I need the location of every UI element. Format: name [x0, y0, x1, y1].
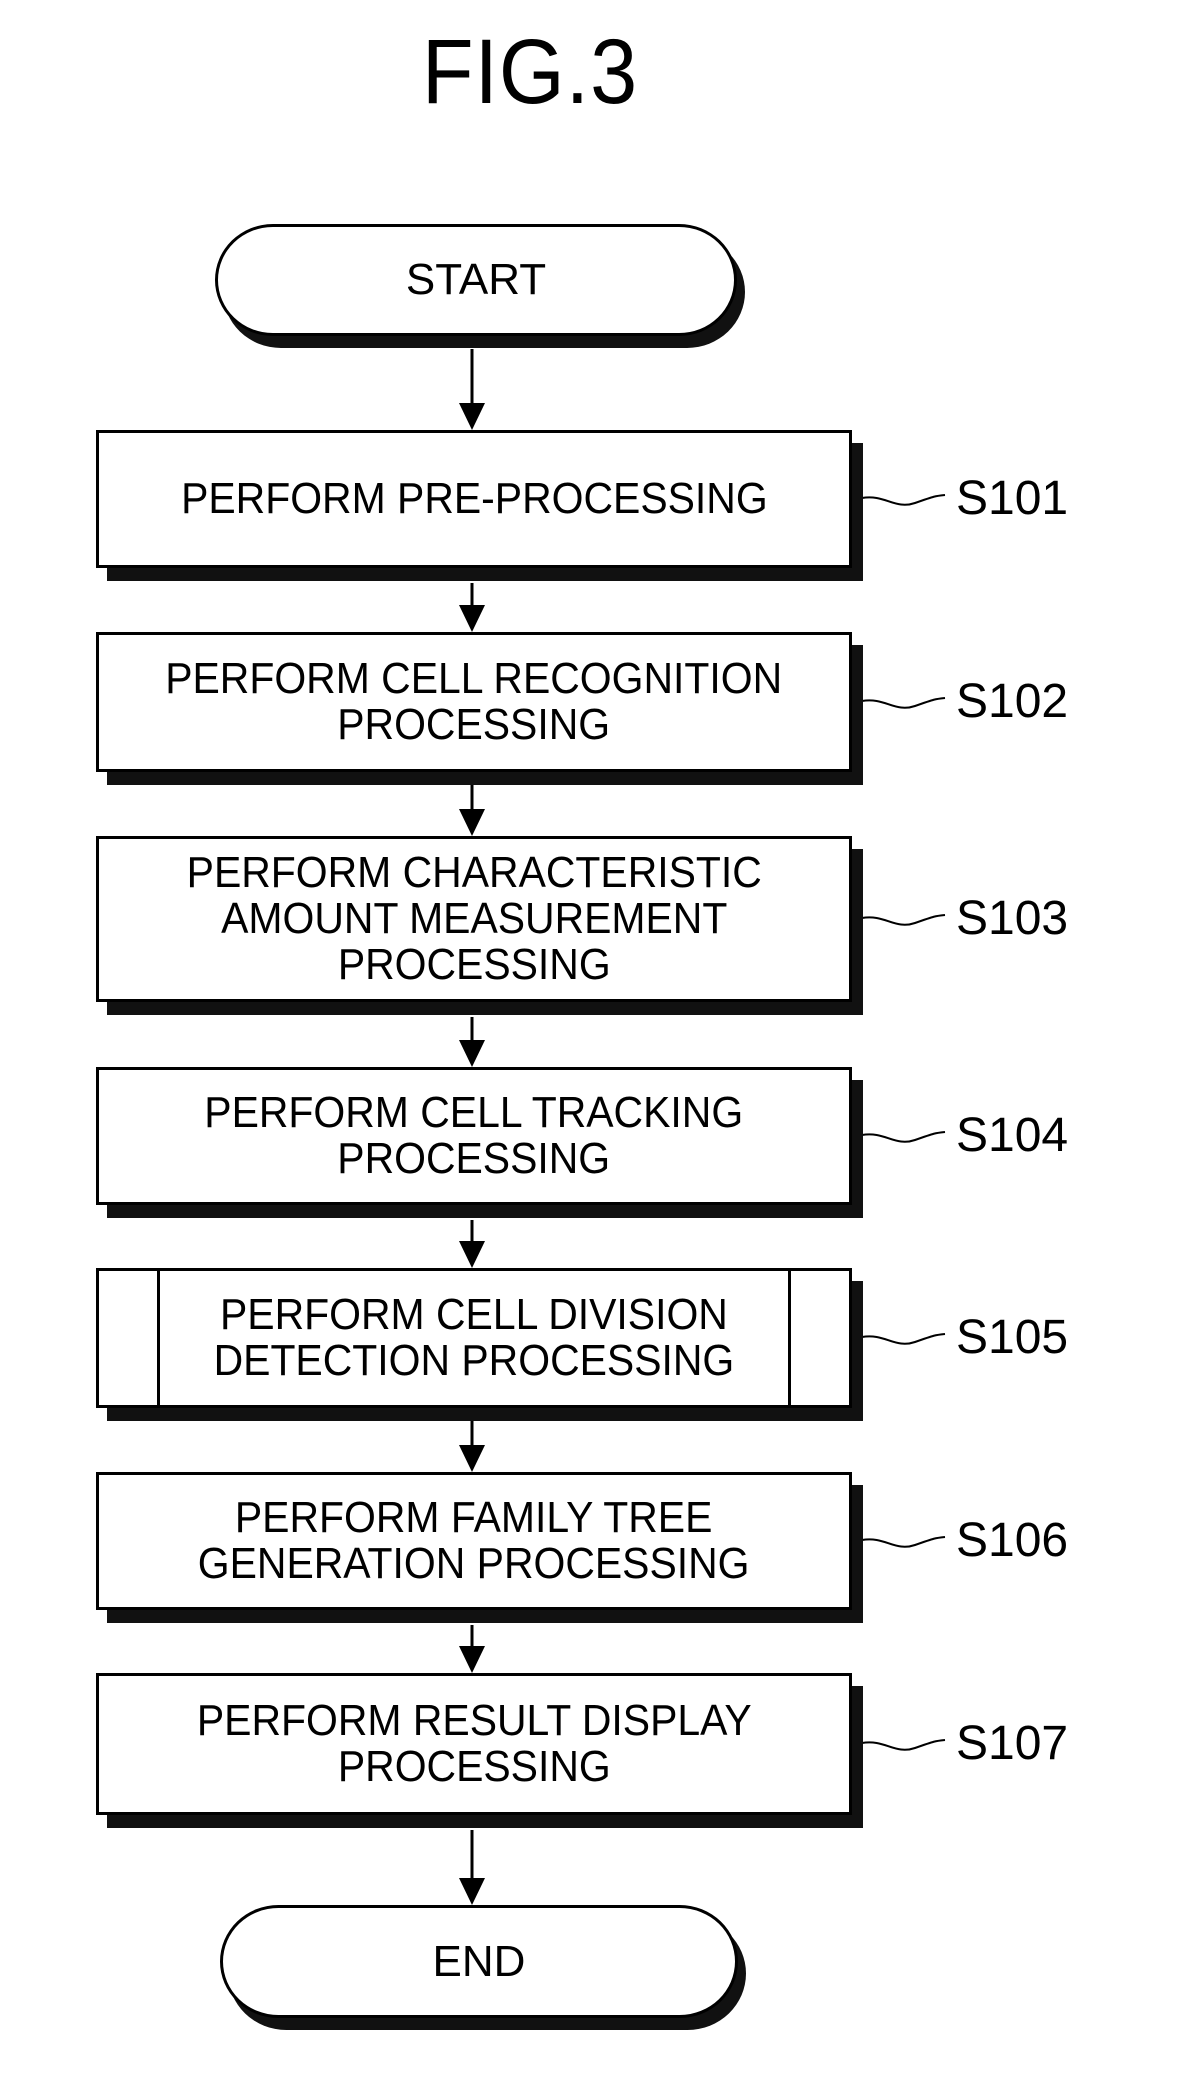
start-terminal: START: [215, 224, 737, 336]
step-id-label-s105: S105: [956, 1311, 1069, 1364]
step-box-s103: PERFORM CHARACTERISTIC AMOUNT MEASUREMEN…: [96, 836, 852, 1002]
arrowhead-icon: [459, 1878, 485, 1905]
step-text: PERFORM CELL TRACKING PROCESSING: [204, 1088, 744, 1183]
step-id-label-s101: S101: [956, 472, 1069, 525]
start-label: START: [405, 255, 547, 304]
step-leader-line: [861, 1739, 946, 1751]
step-box-s107: PERFORM RESULT DISPLAY PROCESSING: [96, 1673, 852, 1815]
step-box-s101: PERFORM PRE-PROCESSING: [96, 430, 852, 568]
step-id-label-s106: S106: [956, 1514, 1069, 1567]
step-text: PERFORM RESULT DISPLAY PROCESSING: [196, 1696, 752, 1791]
step-leader-line: [861, 1131, 946, 1143]
step-id-label-s102: S102: [956, 675, 1069, 728]
step-text: PERFORM CHARACTERISTIC AMOUNT MEASUREMEN…: [186, 848, 762, 989]
arrowhead-icon: [459, 809, 485, 836]
step-id-label-s103: S103: [956, 892, 1069, 945]
step-leader-line: [861, 697, 946, 709]
arrowhead-icon: [459, 1241, 485, 1268]
step-text: PERFORM CELL RECOGNITION PROCESSING: [165, 654, 783, 749]
arrowhead-icon: [459, 605, 485, 632]
step-id-label-s104: S104: [956, 1109, 1069, 1162]
end-terminal: END: [220, 1905, 738, 2018]
end-label: END: [432, 1936, 526, 1986]
step-text: PERFORM CELL DIVISION DETECTION PROCESSI…: [213, 1290, 735, 1385]
step-leader-line: [861, 1536, 946, 1548]
step-box-s104: PERFORM CELL TRACKING PROCESSING: [96, 1067, 852, 1205]
step-box-s106: PERFORM FAMILY TREE GENERATION PROCESSIN…: [96, 1472, 852, 1610]
arrowhead-icon: [459, 1445, 485, 1472]
arrowhead-icon: [459, 1646, 485, 1673]
arrowhead-icon: [459, 403, 485, 430]
step-leader-line: [861, 1333, 946, 1345]
step-leader-line: [861, 494, 946, 506]
step-box-s105-subroutine: PERFORM CELL DIVISION DETECTION PROCESSI…: [96, 1268, 852, 1408]
arrowhead-icon: [459, 1040, 485, 1067]
step-text: PERFORM FAMILY TREE GENERATION PROCESSIN…: [198, 1493, 750, 1588]
step-text: PERFORM PRE-PROCESSING: [180, 474, 768, 523]
step-id-label-s107: S107: [956, 1717, 1069, 1770]
step-box-s102: PERFORM CELL RECOGNITION PROCESSING: [96, 632, 852, 772]
step-leader-line: [861, 914, 946, 926]
